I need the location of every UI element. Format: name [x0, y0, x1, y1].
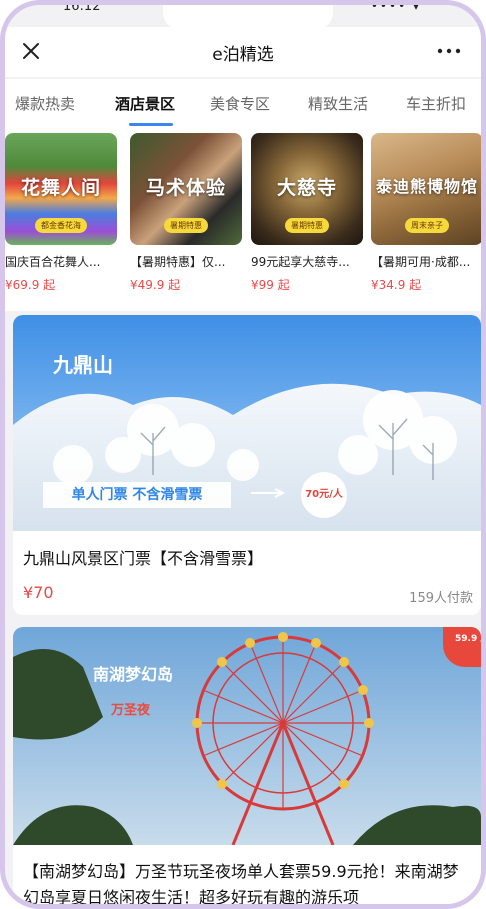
product-carousel: 花舞人间 都金香花海 国庆百合花舞人... ¥69.9 起 马术体验 暑期特惠 … [5, 127, 481, 311]
product-image-text: 马术体验 [145, 177, 226, 199]
product-price: ¥99 起 [251, 278, 290, 292]
banner-title: 九鼎山 [53, 353, 113, 377]
product-title: 【暑期特惠】仅... [130, 255, 226, 269]
tab-hotel-scenic[interactable]: 酒店景区 [115, 93, 175, 114]
product-price: ¥34.9 起 [371, 278, 422, 292]
ferris-wheel-image [13, 627, 481, 845]
tab-car-owner[interactable]: 车主折扣 [406, 93, 466, 114]
product-image: 泰迪熊博物馆 周末亲子 [371, 133, 481, 245]
feed-card[interactable]: 南湖梦幻岛 万圣夜 59.9 /人 【南湖梦幻岛】万圣节玩圣夜场单人套票59.9… [13, 627, 481, 907]
phone-frame: 16:12 •••• ▾ e泊精选 爆款热卖 酒店景区 美食专区 精致生活 车主… [0, 0, 486, 909]
banner-ticket-text: 单人门票 不含滑雪票 [71, 487, 203, 503]
banner-ticket-label: 单人门票 不含滑雪票 [43, 482, 231, 508]
banner-subtitle: 万圣夜 [111, 703, 151, 718]
feed-card-title: 【南湖梦幻岛】万圣节玩圣夜场单人套票59.9元抢！来南湖梦幻岛享夏日悠闲夜生活！… [23, 862, 459, 907]
product-price: ¥49.9 起 [130, 278, 181, 292]
product-card[interactable]: 大慈寺 暑期特惠 99元起享大慈寺... ¥99 起 [251, 133, 363, 293]
page-title: e泊精选 [212, 44, 274, 65]
product-image-text: 泰迪熊博物馆 [375, 177, 478, 196]
tab-lifestyle[interactable]: 精致生活 [308, 93, 368, 114]
banner-price-badge: 70元/人 [301, 472, 347, 518]
product-image-text: 花舞人间 [20, 177, 101, 199]
feed-banner: 南湖梦幻岛 万圣夜 59.9 /人 [13, 627, 481, 845]
feed-card-sold-count: 159人付款 [409, 591, 473, 606]
tab-hot-sale[interactable]: 爆款热卖 [15, 93, 75, 114]
close-icon[interactable] [19, 39, 43, 63]
product-tag: 暑期特惠 [285, 218, 329, 233]
feed-card-price: ¥70 [23, 583, 54, 602]
product-image: 马术体验 暑期特惠 [130, 133, 242, 245]
product-image: 花舞人间 都金香花海 [5, 133, 117, 245]
product-image-text: 大慈寺 [276, 177, 337, 199]
product-title: 【暑期可用·成都... [371, 255, 471, 269]
feed-banner: 九鼎山 单人门票 不含滑雪票 70元/人 [13, 315, 481, 531]
product-title: 国庆百合花舞人... [5, 255, 101, 269]
banner-title: 南湖梦幻岛 [93, 665, 174, 684]
navbar: e泊精选 [5, 27, 481, 77]
phone-notch [163, 5, 333, 29]
product-image: 大慈寺 暑期特惠 [251, 133, 363, 245]
product-title: 99元起享大慈寺... [251, 255, 350, 269]
product-tag: 都金香花海 [35, 218, 87, 233]
category-tabs: 爆款热卖 酒店景区 美食专区 精致生活 车主折扣 [5, 79, 481, 127]
tab-food[interactable]: 美食专区 [210, 93, 270, 114]
feed-card-title: 九鼎山风景区门票【不含滑雪票】 [23, 549, 264, 568]
product-tag: 周末亲子 [405, 218, 449, 233]
product-card[interactable]: 泰迪熊博物馆 周末亲子 【暑期可用·成都... ¥34.9 起 [371, 133, 481, 293]
status-signal: •••• ▾ [370, 0, 421, 13]
product-price: ¥69.9 起 [5, 278, 56, 292]
product-card[interactable]: 花舞人间 都金香花海 国庆百合花舞人... ¥69.9 起 [5, 133, 117, 293]
product-card[interactable]: 马术体验 暑期特惠 【暑期特惠】仅... ¥49.9 起 [130, 133, 242, 293]
more-icon[interactable] [435, 39, 463, 63]
active-tab-indicator [129, 123, 173, 126]
feed-card[interactable]: 九鼎山 单人门票 不含滑雪票 70元/人 九鼎山风景区门票【不含滑雪票】 ¥70… [13, 315, 481, 615]
arrow-right-icon [251, 488, 286, 498]
product-tag: 暑期特惠 [164, 218, 208, 233]
status-time: 16:12 [63, 0, 101, 14]
